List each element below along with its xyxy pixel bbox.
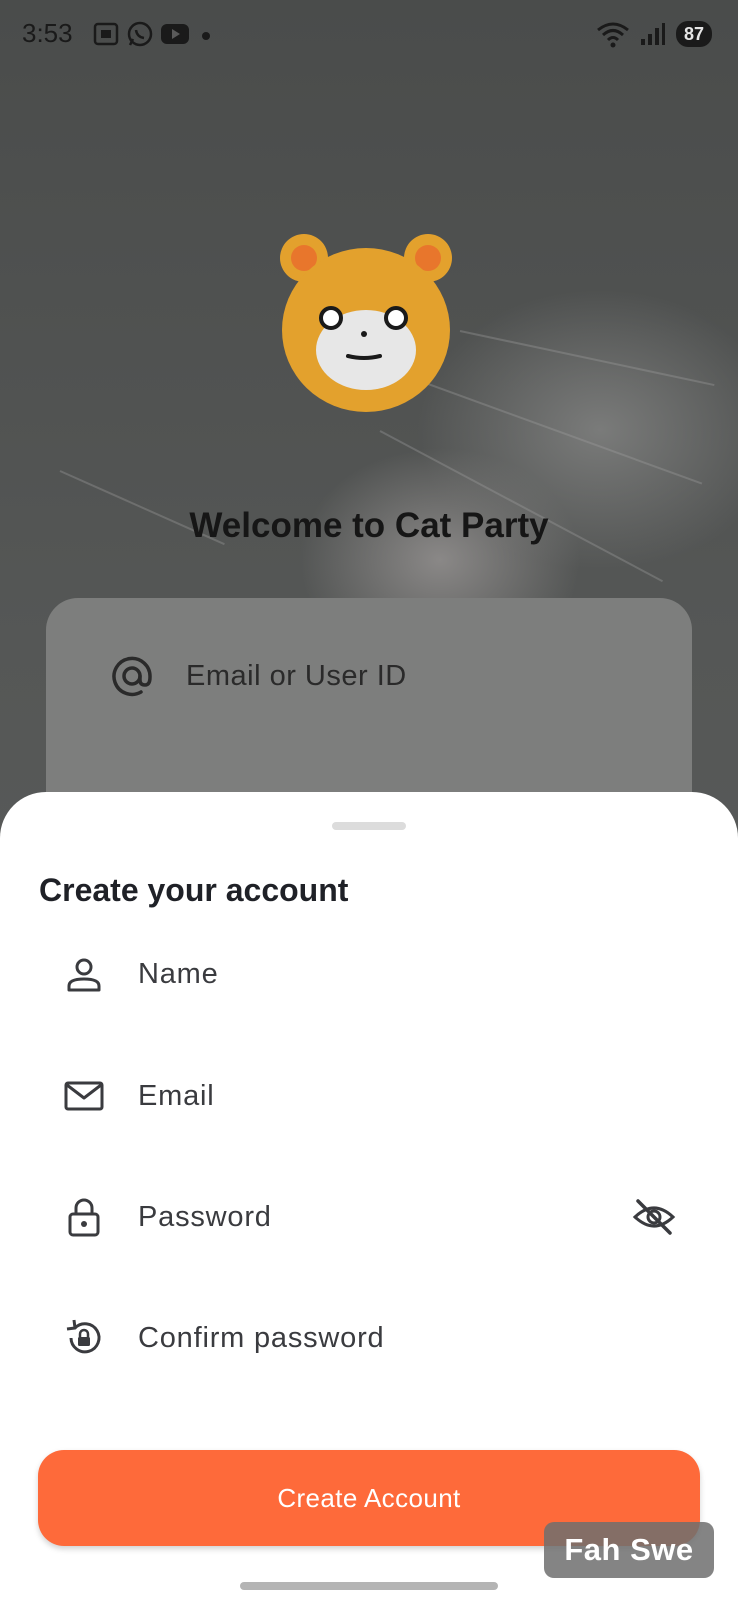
confirm-password-placeholder: Confirm password: [138, 1321, 385, 1354]
name-field[interactable]: Name: [62, 934, 702, 1014]
welcome-title: Welcome to Cat Party: [189, 506, 549, 545]
wifi-icon: [597, 22, 629, 48]
create-account-button-label: Create Account: [277, 1482, 461, 1513]
youtube-icon: [161, 24, 189, 44]
name-placeholder: Name: [138, 957, 219, 990]
email-field[interactable]: Email: [62, 1056, 702, 1136]
status-icons-left: [92, 20, 216, 48]
bear-logo: [280, 234, 452, 412]
status-time: 3:53: [22, 18, 73, 48]
lock-icon: [62, 1195, 106, 1239]
watermark: Fah Swe: [544, 1522, 714, 1578]
at-sign-icon: [112, 656, 152, 697]
drag-handle[interactable]: [332, 822, 406, 830]
notification-dot-icon: [202, 32, 210, 40]
email-or-userid-field[interactable]: Email or User ID: [78, 628, 658, 724]
sheet-title: Create your account: [39, 872, 349, 908]
battery-icon: 87: [675, 21, 712, 47]
home-indicator[interactable]: [240, 1582, 498, 1590]
password-placeholder: Password: [138, 1200, 272, 1233]
screenshot-icon: [93, 22, 119, 46]
whatsapp-icon: [127, 21, 153, 47]
signal-icon: [640, 23, 665, 45]
eye-off-icon[interactable]: [632, 1195, 676, 1239]
status-icons-right: 87: [596, 20, 712, 48]
lock-reset-icon: [62, 1316, 106, 1360]
watermark-text: Fah Swe: [564, 1532, 694, 1567]
confirm-password-field[interactable]: Confirm password: [62, 1298, 702, 1378]
email-placeholder: Email: [138, 1079, 215, 1112]
person-icon: [62, 952, 106, 996]
mail-icon: [62, 1074, 106, 1118]
email-or-userid-placeholder: Email or User ID: [186, 659, 407, 692]
status-bar: 3:53 87: [0, 0, 738, 70]
create-account-sheet: Create your account Name Email Password …: [0, 792, 738, 1600]
password-field[interactable]: Password: [62, 1177, 702, 1257]
